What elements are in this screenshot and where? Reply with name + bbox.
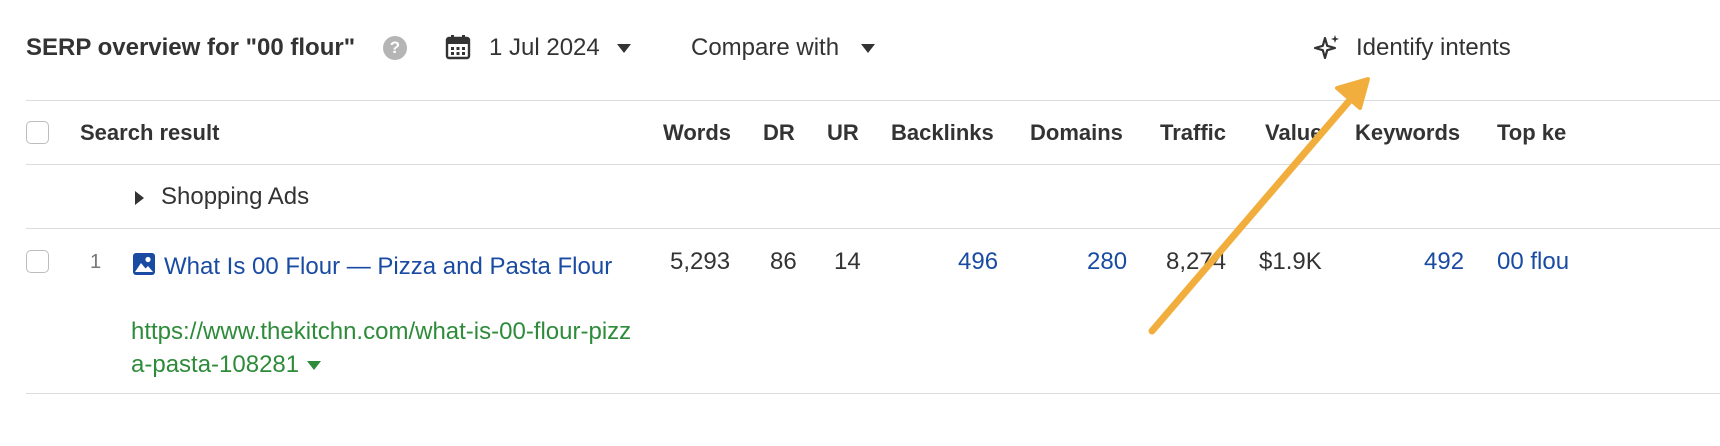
divider — [26, 164, 1720, 165]
cell-ur: 14 — [834, 248, 861, 275]
select-all-checkbox[interactable] — [26, 121, 49, 144]
divider — [26, 100, 1720, 101]
result-title-link[interactable]: What Is 00 Flour — Pizza and Pasta Flour — [164, 250, 634, 283]
col-ur[interactable]: UR — [827, 120, 859, 146]
divider — [26, 228, 1720, 229]
col-dr[interactable]: DR — [763, 120, 795, 146]
col-value[interactable]: Value — [1265, 120, 1322, 146]
cell-value: $1.9K — [1259, 248, 1322, 275]
result-url[interactable]: https://www.thekitchn.com/what-is-00-flo… — [131, 315, 636, 381]
calendar-icon[interactable] — [445, 34, 471, 60]
chevron-down-icon[interactable] — [861, 44, 875, 53]
divider — [26, 393, 1720, 394]
expand-triangle-icon[interactable] — [135, 191, 144, 205]
page-title: SERP overview for "00 flour" — [26, 34, 356, 61]
chevron-down-icon[interactable] — [617, 44, 631, 53]
sparkle-icon[interactable] — [1313, 34, 1341, 62]
col-words[interactable]: Words — [663, 120, 731, 146]
image-icon — [133, 253, 155, 275]
col-backlinks[interactable]: Backlinks — [891, 120, 994, 146]
compare-with-button[interactable]: Compare with — [691, 34, 839, 62]
col-keywords[interactable]: Keywords — [1355, 120, 1460, 146]
cell-words: 5,293 — [670, 248, 731, 275]
col-traffic[interactable]: Traffic — [1160, 120, 1226, 146]
identify-intents-button[interactable]: Identify intents — [1356, 34, 1511, 62]
cell-top-keyword[interactable]: 00 flou — [1497, 248, 1569, 276]
result-url-text[interactable]: https://www.thekitchn.com/what-is-00-flo… — [131, 318, 631, 378]
cell-traffic: 8,274 — [1166, 248, 1227, 275]
result-position: 1 — [90, 251, 102, 273]
shopping-ads-group[interactable]: Shopping Ads — [161, 183, 309, 211]
cell-keywords[interactable]: 492 — [1424, 248, 1464, 276]
col-top-keyword[interactable]: Top ke — [1497, 120, 1566, 146]
question-circle-icon[interactable]: ? — [383, 36, 407, 60]
cell-backlinks[interactable]: 496 — [958, 248, 998, 276]
chevron-down-icon[interactable] — [307, 361, 322, 371]
row-checkbox[interactable] — [26, 250, 49, 273]
col-search-result[interactable]: Search result — [80, 120, 219, 146]
cell-dr: 86 — [770, 248, 797, 275]
date-picker-button[interactable]: 1 Jul 2024 — [489, 34, 600, 62]
col-domains[interactable]: Domains — [1030, 120, 1123, 146]
cell-domains[interactable]: 280 — [1087, 248, 1127, 276]
